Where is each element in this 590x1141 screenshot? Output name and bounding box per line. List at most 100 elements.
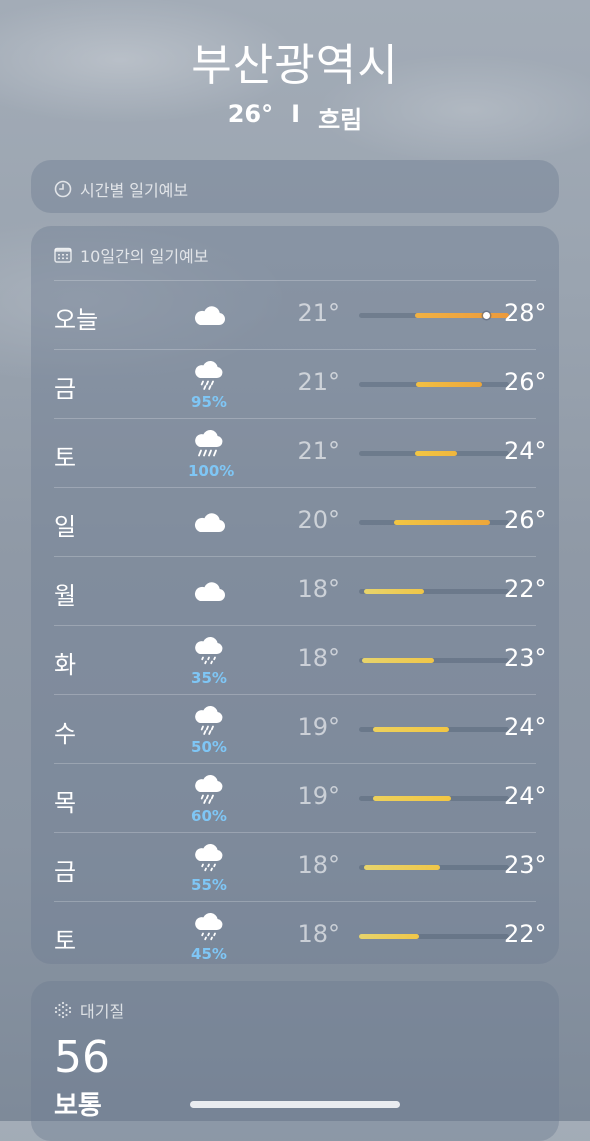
hourly-forecast-card[interactable]: 시간별 일기예보: [31, 160, 559, 213]
temperature-range-bar: [359, 312, 509, 319]
temperature-range-fill: [372, 796, 451, 801]
precipitation-chance: 60%: [191, 807, 227, 825]
forecast-row[interactable]: 목 60% 19° 24°: [54, 763, 547, 832]
high-temperature: 24°: [504, 713, 547, 741]
cloud-icon: [188, 303, 230, 331]
precipitation-chance: 35%: [191, 669, 227, 687]
cloud-rain-icon: 50%: [188, 705, 230, 755]
temperature-range-bar: [359, 382, 509, 387]
temperature-range-fill: [414, 451, 457, 456]
precipitation-chance: 100%: [188, 462, 235, 480]
temperature-range-fill: [372, 727, 449, 732]
cloud-drizzle-icon: 55%: [188, 843, 230, 893]
low-temperature: 19°: [297, 713, 340, 741]
forecast-row[interactable]: 금 95% 21° 26°: [54, 349, 547, 418]
current-summary: 26° I 흐림: [0, 100, 590, 135]
forecast-row[interactable]: 화 35% 18° 23°: [54, 625, 547, 694]
current-temperature-dot: [483, 312, 490, 319]
clock-icon: [54, 180, 72, 198]
low-temperature: 19°: [297, 782, 340, 810]
temperature-range-bar: [359, 658, 509, 663]
temperature-range-fill: [414, 313, 509, 318]
temperature-range-fill: [362, 658, 434, 663]
forecast-day: 월: [54, 582, 77, 610]
cloud-icon: [188, 579, 230, 607]
air-quality-icon: [54, 1001, 72, 1019]
ten-day-forecast-header: 10일간의 일기예보: [54, 243, 209, 267]
temperature-range-bar: [359, 796, 509, 801]
hourly-forecast-header: 시간별 일기예보: [54, 177, 188, 201]
cloud-rain-icon: 60%: [188, 774, 230, 824]
current-condition: 흐림: [318, 106, 363, 134]
high-temperature: 23°: [504, 851, 547, 879]
calendar-icon: [54, 247, 72, 263]
high-temperature: 24°: [504, 782, 547, 810]
low-temperature: 21°: [297, 437, 340, 465]
forecast-day: 수: [54, 720, 77, 748]
temperature-range-bar: [359, 520, 509, 525]
forecast-row[interactable]: 오늘 21° 28°: [54, 280, 547, 349]
temperature-range-bar: [359, 934, 509, 939]
cloud-drizzle-icon: 35%: [188, 636, 230, 686]
temperature-range-bar: [359, 727, 509, 732]
forecast-row[interactable]: 수 50% 19° 24°: [54, 694, 547, 763]
air-quality-card[interactable]: 대기질 56 보통: [31, 981, 559, 1141]
high-temperature: 22°: [504, 575, 547, 603]
temperature-range-fill: [393, 520, 490, 525]
precipitation-chance: 50%: [191, 738, 227, 756]
temperature-range-fill: [363, 589, 424, 594]
precipitation-chance: 55%: [191, 876, 227, 894]
city-name: 부산광역시: [191, 40, 399, 91]
hourly-forecast-title: 시간별 일기예보: [80, 181, 189, 200]
low-temperature: 21°: [297, 299, 340, 327]
low-temperature: 18°: [297, 920, 340, 948]
forecast-rows: 오늘 21° 28° 금 95% 21° 26° 토 100% 21° 24° …: [54, 280, 547, 970]
forecast-day: 목: [54, 789, 77, 817]
cloud-icon: [188, 510, 230, 538]
ten-day-forecast-title: 10일간의 일기예보: [80, 247, 209, 266]
temperature-range-fill: [359, 934, 419, 939]
high-temperature: 23°: [504, 644, 547, 672]
aqi-label: 보통: [54, 1091, 102, 1121]
forecast-row[interactable]: 토 45% 18° 22°: [54, 901, 547, 970]
current-temperature: 26°: [227, 100, 274, 128]
high-temperature: 26°: [504, 368, 547, 396]
forecast-day: 금: [54, 858, 77, 886]
aqi-value: 56: [54, 1032, 110, 1083]
high-temperature: 28°: [504, 299, 547, 327]
low-temperature: 18°: [297, 575, 340, 603]
forecast-day: 토: [54, 444, 77, 472]
cloud-rain-icon: 95%: [188, 360, 230, 410]
cloud-drizzle-icon: 45%: [188, 912, 230, 962]
forecast-day: 일: [54, 513, 77, 541]
low-temperature: 21°: [297, 368, 340, 396]
low-temperature: 18°: [297, 851, 340, 879]
forecast-row[interactable]: 토 100% 21° 24°: [54, 418, 547, 487]
temperature-range-bar: [359, 451, 509, 456]
high-temperature: 22°: [504, 920, 547, 948]
forecast-day: 화: [54, 651, 77, 679]
low-temperature: 18°: [297, 644, 340, 672]
forecast-row[interactable]: 일 20° 26°: [54, 487, 547, 556]
forecast-row[interactable]: 금 55% 18° 23°: [54, 832, 547, 901]
temperature-range-fill: [416, 382, 482, 387]
temperature-range-bar: [359, 589, 509, 594]
air-quality-header: 대기질: [54, 998, 124, 1022]
precipitation-chance: 45%: [191, 945, 227, 963]
low-temperature: 20°: [297, 506, 340, 534]
air-quality-title: 대기질: [80, 1002, 125, 1021]
forecast-day: 오늘: [54, 306, 99, 334]
temperature-range-bar: [359, 865, 509, 870]
forecast-day: 토: [54, 927, 77, 955]
high-temperature: 26°: [504, 506, 547, 534]
temperature-range-fill: [363, 865, 440, 870]
high-temperature: 24°: [504, 437, 547, 465]
summary-separator: I: [291, 100, 301, 128]
cloud-heavy-rain-icon: 100%: [188, 429, 235, 480]
forecast-row[interactable]: 월 18° 22°: [54, 556, 547, 625]
location-header: 부산광역시 26° I 흐림: [0, 38, 590, 135]
precipitation-chance: 95%: [191, 393, 227, 411]
home-indicator[interactable]: [190, 1101, 400, 1108]
forecast-day: 금: [54, 375, 77, 403]
ten-day-forecast-card[interactable]: 10일간의 일기예보 오늘 21° 28° 금 95% 21° 26° 토 10…: [31, 226, 559, 964]
